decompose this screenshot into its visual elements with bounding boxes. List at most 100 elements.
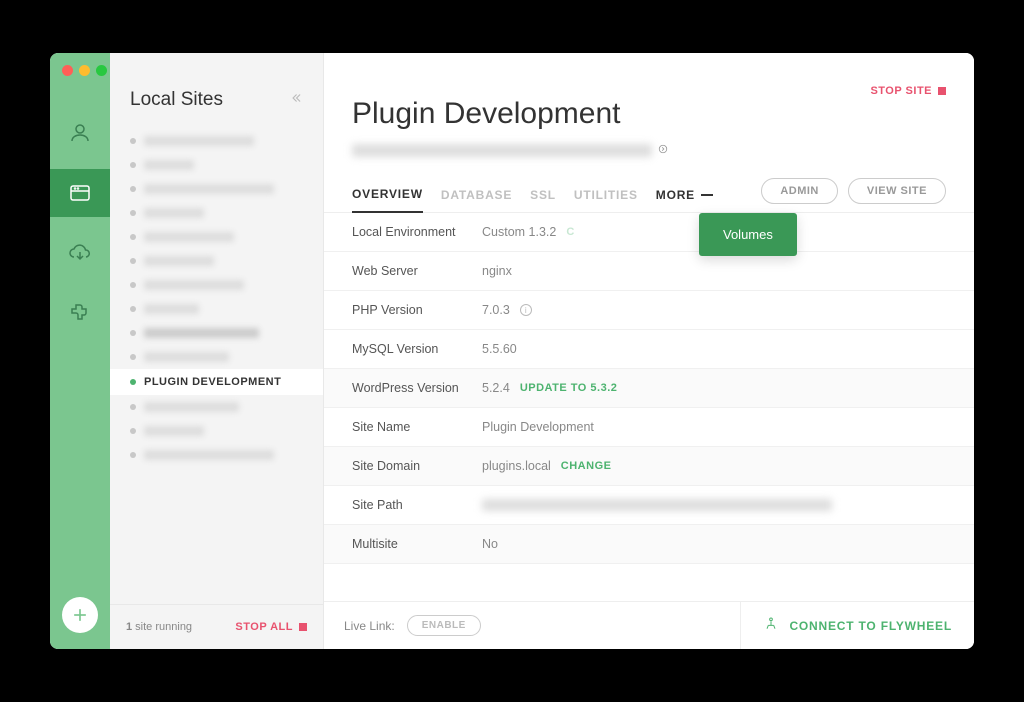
- main-header: STOP SITE Plugin Development: [324, 53, 974, 177]
- main-panel: STOP SITE Plugin Development OVERVIEW DA…: [324, 53, 974, 649]
- stop-icon: [938, 87, 946, 95]
- info-icon[interactable]: i: [520, 304, 532, 316]
- row-value: 5.2.4UPDATE TO 5.3.2: [482, 381, 617, 395]
- update-wordpress-link[interactable]: UPDATE TO 5.3.2: [520, 382, 618, 394]
- row-php-version: PHP Version 7.0.3i: [324, 291, 974, 330]
- tab-overview[interactable]: OVERVIEW: [352, 177, 423, 213]
- status-dot: [130, 210, 136, 216]
- list-item[interactable]: [110, 225, 323, 249]
- sites-running-label: 1 site running: [126, 621, 192, 633]
- redacted-text: [144, 208, 204, 218]
- status-dot: [130, 379, 136, 385]
- view-site-button[interactable]: VIEW SITE: [848, 178, 946, 204]
- connect-flywheel-button[interactable]: CONNECT TO FLYWHEEL: [740, 602, 974, 649]
- stop-site-button[interactable]: STOP SITE: [870, 85, 946, 97]
- list-item[interactable]: [110, 201, 323, 225]
- bottom-bar: Live Link: ENABLE CONNECT TO FLYWHEEL: [324, 601, 974, 649]
- redacted-text: [144, 304, 199, 314]
- status-dot: [130, 282, 136, 288]
- add-site-button[interactable]: [62, 597, 98, 633]
- redacted-text: [144, 352, 229, 362]
- row-web-server: Web Server nginx: [324, 252, 974, 291]
- status-dot: [130, 354, 136, 360]
- sidebar: Local Sites PLUGIN DEVELOPMENT 1 site ru…: [110, 53, 324, 649]
- row-label: Web Server: [352, 264, 482, 278]
- nav-rail: [50, 53, 110, 649]
- minus-icon: [701, 194, 713, 196]
- row-label: Site Name: [352, 420, 482, 434]
- chevron-left-icon: [289, 91, 303, 105]
- change-domain-link[interactable]: CHANGE: [561, 460, 612, 472]
- stop-icon: [299, 623, 307, 631]
- list-item[interactable]: [110, 297, 323, 321]
- list-item[interactable]: [110, 345, 323, 369]
- redacted-text: [144, 450, 274, 460]
- redacted-text: [482, 499, 832, 511]
- row-multisite: Multisite No: [324, 525, 974, 564]
- list-item[interactable]: [110, 177, 323, 201]
- close-window-button[interactable]: [62, 65, 73, 76]
- collapse-sidebar-button[interactable]: [289, 91, 303, 110]
- tab-database[interactable]: DATABASE: [441, 178, 512, 212]
- tab-ssl[interactable]: SSL: [530, 178, 556, 212]
- tab-utilities[interactable]: UTILITIES: [574, 178, 638, 212]
- rail-item-addons[interactable]: [50, 289, 110, 337]
- list-item[interactable]: [110, 153, 323, 177]
- site-path-display: [352, 141, 946, 159]
- row-label: Site Path: [352, 498, 482, 512]
- status-dot: [130, 452, 136, 458]
- redacted-text: [144, 256, 214, 266]
- row-value: No: [482, 537, 498, 551]
- stop-all-button[interactable]: STOP ALL: [235, 621, 307, 633]
- status-dot: [130, 306, 136, 312]
- list-item[interactable]: [110, 443, 323, 467]
- redacted-text: [144, 426, 204, 436]
- status-dot: [130, 428, 136, 434]
- redacted-text: [144, 232, 234, 242]
- app-window: Local Sites PLUGIN DEVELOPMENT 1 site ru…: [50, 53, 974, 649]
- list-item[interactable]: [110, 321, 323, 345]
- change-link[interactable]: C: [566, 226, 574, 238]
- redacted-text: [144, 136, 254, 146]
- redacted-text: [352, 144, 652, 157]
- more-dropdown-volumes[interactable]: Volumes: [699, 213, 797, 256]
- admin-button[interactable]: ADMIN: [761, 178, 838, 204]
- status-dot: [130, 330, 136, 336]
- redacted-text: [144, 328, 259, 338]
- list-item[interactable]: [110, 273, 323, 297]
- tab-more[interactable]: MORE: [656, 178, 713, 212]
- minimize-window-button[interactable]: [79, 65, 90, 76]
- row-value: 5.5.60: [482, 342, 517, 356]
- row-value: plugins.localCHANGE: [482, 459, 611, 473]
- rail-item-sites[interactable]: [50, 169, 110, 217]
- sidebar-item-plugin-development[interactable]: PLUGIN DEVELOPMENT: [110, 369, 323, 395]
- details: Local Environment Custom 1.3.2C Web Serv…: [324, 213, 974, 601]
- chevron-right-icon[interactable]: [658, 141, 668, 159]
- site-title: Plugin Development: [352, 97, 946, 131]
- list-item[interactable]: [110, 395, 323, 419]
- list-item[interactable]: [110, 249, 323, 273]
- rail-item-cloud[interactable]: [50, 229, 110, 277]
- row-value: Custom 1.3.2C: [482, 225, 575, 239]
- status-dot: [130, 404, 136, 410]
- row-label: MySQL Version: [352, 342, 482, 356]
- list-item[interactable]: [110, 419, 323, 443]
- traffic-lights: [62, 65, 107, 76]
- status-dot: [130, 258, 136, 264]
- maximize-window-button[interactable]: [96, 65, 107, 76]
- rail-item-account[interactable]: [50, 109, 110, 157]
- redacted-text: [144, 280, 244, 290]
- plus-icon: [70, 605, 90, 625]
- row-label: PHP Version: [352, 303, 482, 317]
- row-label: Multisite: [352, 537, 482, 551]
- row-label: Site Domain: [352, 459, 482, 473]
- enable-live-link-button[interactable]: ENABLE: [407, 615, 481, 636]
- row-site-name: Site Name Plugin Development: [324, 408, 974, 447]
- row-local-environment: Local Environment Custom 1.3.2C: [324, 213, 974, 252]
- row-mysql-version: MySQL Version 5.5.60: [324, 330, 974, 369]
- status-dot: [130, 138, 136, 144]
- list-item[interactable]: [110, 129, 323, 153]
- row-label: WordPress Version: [352, 381, 482, 395]
- row-value: nginx: [482, 264, 512, 278]
- sidebar-item-label: PLUGIN DEVELOPMENT: [144, 376, 281, 388]
